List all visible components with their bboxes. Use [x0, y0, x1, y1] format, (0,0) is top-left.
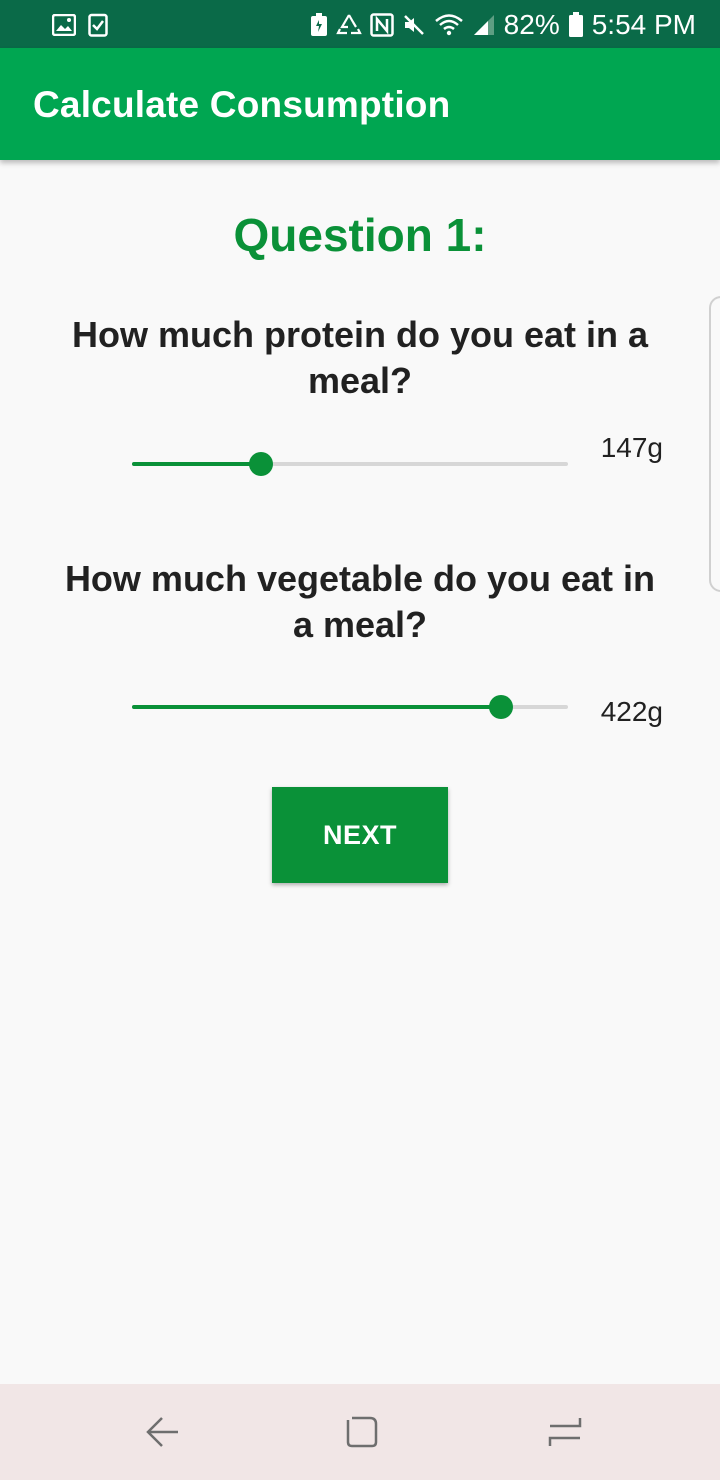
edge-panel-handle[interactable]	[709, 296, 720, 592]
slider-fill	[132, 462, 261, 466]
battery-icon	[568, 12, 584, 38]
clock: 5:54 PM	[591, 9, 696, 40]
next-button[interactable]: NEXT	[272, 787, 448, 883]
slider-thumb[interactable]	[248, 452, 273, 476]
battery-percent: 82%	[503, 9, 560, 40]
protein-slider[interactable]	[132, 444, 568, 484]
signal-icon	[472, 13, 496, 37]
question-protein-text: How much protein do you eat in a meal?	[71, 314, 649, 401]
slider-thumb[interactable]	[488, 695, 513, 719]
checklist-icon	[88, 13, 108, 37]
slider-fill	[132, 705, 501, 709]
image-icon	[52, 14, 76, 36]
app-bar: Calculate Consumption	[0, 48, 720, 160]
back-icon[interactable]	[140, 1410, 184, 1454]
mute-icon	[402, 13, 426, 37]
vegetable-value: 422g	[600, 696, 663, 727]
home-icon[interactable]	[340, 1410, 384, 1454]
battery-saver-icon	[310, 13, 328, 37]
status-bar: 82% 5:54 PM	[0, 0, 720, 48]
question-title: Question 1:	[233, 209, 487, 261]
recycle-icon	[335, 13, 362, 37]
app-title: Calculate Consumption	[33, 84, 451, 125]
main-content: Question 1: How much protein do you eat …	[0, 160, 720, 1384]
nav-bar	[0, 1384, 720, 1480]
vegetable-slider[interactable]	[132, 687, 568, 727]
protein-value: 147g	[600, 432, 663, 463]
wifi-icon	[434, 13, 464, 37]
question-vegetable-text: How much vegetable do you eat in a meal?	[64, 558, 656, 645]
status-left-icons	[52, 12, 108, 38]
status-right-icons: 82% 5:54 PM	[310, 8, 696, 42]
nfc-icon	[369, 13, 394, 37]
recent-apps-icon[interactable]	[542, 1410, 586, 1454]
